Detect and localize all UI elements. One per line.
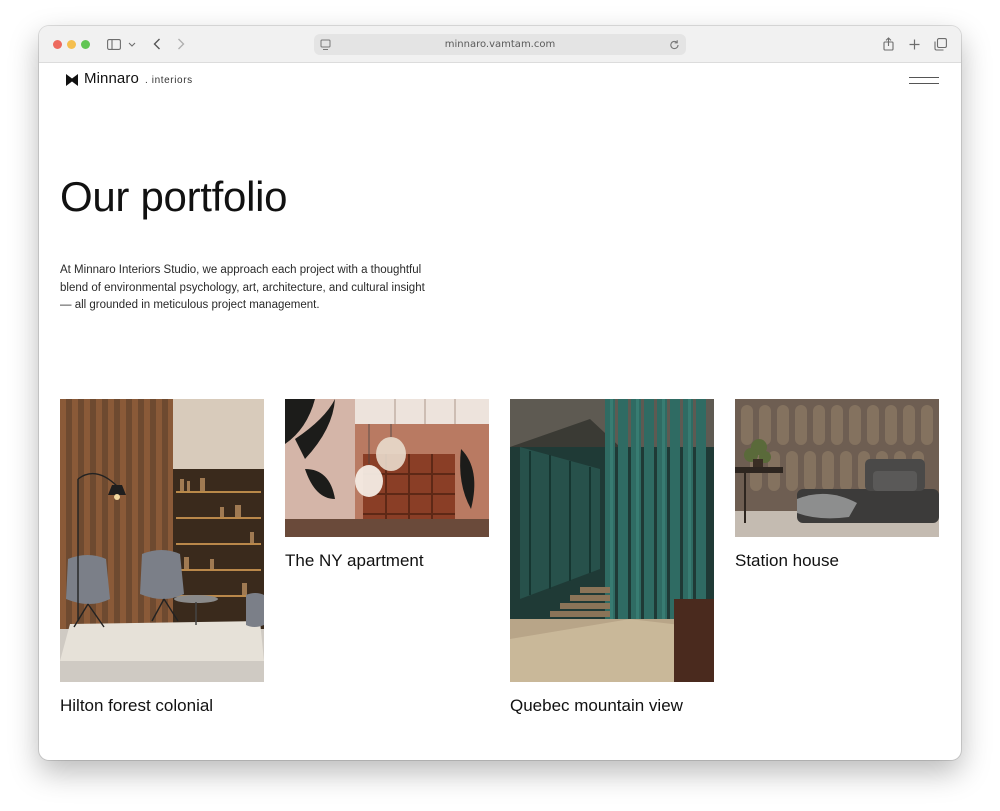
intro-paragraph: At Minnaro Interiors Studio, we approach… bbox=[60, 264, 425, 311]
portfolio-title[interactable]: Station house bbox=[735, 551, 839, 571]
portfolio-card-station-house[interactable]: Station house bbox=[735, 399, 939, 599]
forward-icon[interactable] bbox=[175, 35, 187, 53]
portfolio-image-ny[interactable] bbox=[285, 399, 489, 537]
portfolio-image-quebec[interactable] bbox=[510, 399, 714, 682]
page-title: Our portfolio bbox=[60, 173, 288, 220]
menu-hamburger-icon[interactable] bbox=[909, 76, 939, 86]
close-window-button[interactable] bbox=[53, 40, 62, 49]
portfolio-title[interactable]: The NY apartment bbox=[285, 551, 424, 571]
sidebar-icon[interactable] bbox=[106, 35, 122, 53]
portfolio-card-quebec-mountain-view[interactable]: Quebec mountain view bbox=[510, 399, 714, 719]
portfolio-card-ny-apartment[interactable]: The NY apartment bbox=[285, 399, 489, 599]
logo-subtitle[interactable]: . interiors bbox=[145, 75, 193, 86]
browser-window: minnaro.vamtam.com Minnaro . interiors O… bbox=[39, 26, 961, 760]
portfolio-image-hilton[interactable] bbox=[60, 399, 264, 682]
portfolio-title[interactable]: Quebec mountain view bbox=[510, 696, 683, 716]
tab-overview-icon[interactable] bbox=[933, 35, 947, 53]
new-tab-icon[interactable] bbox=[907, 35, 921, 53]
reload-icon[interactable] bbox=[669, 38, 680, 56]
address-bar[interactable]: minnaro.vamtam.com bbox=[314, 34, 686, 55]
back-icon[interactable] bbox=[151, 35, 163, 53]
minimize-window-button[interactable] bbox=[67, 40, 76, 49]
logo-bowtie-icon[interactable] bbox=[66, 73, 78, 91]
url-text: minnaro.vamtam.com bbox=[444, 39, 556, 50]
portfolio-image-station[interactable] bbox=[735, 399, 939, 537]
browser-toolbar: minnaro.vamtam.com bbox=[39, 26, 961, 63]
chevron-down-icon[interactable] bbox=[127, 35, 137, 53]
portfolio-card-hilton-forest-colonial[interactable]: Hilton forest colonial bbox=[60, 399, 264, 719]
portfolio-title[interactable]: Hilton forest colonial bbox=[60, 696, 213, 716]
logo-name[interactable]: Minnaro bbox=[84, 70, 139, 87]
zoom-window-button[interactable] bbox=[81, 40, 90, 49]
site-header: Minnaro . interiors bbox=[39, 63, 961, 99]
share-icon[interactable] bbox=[881, 35, 895, 53]
